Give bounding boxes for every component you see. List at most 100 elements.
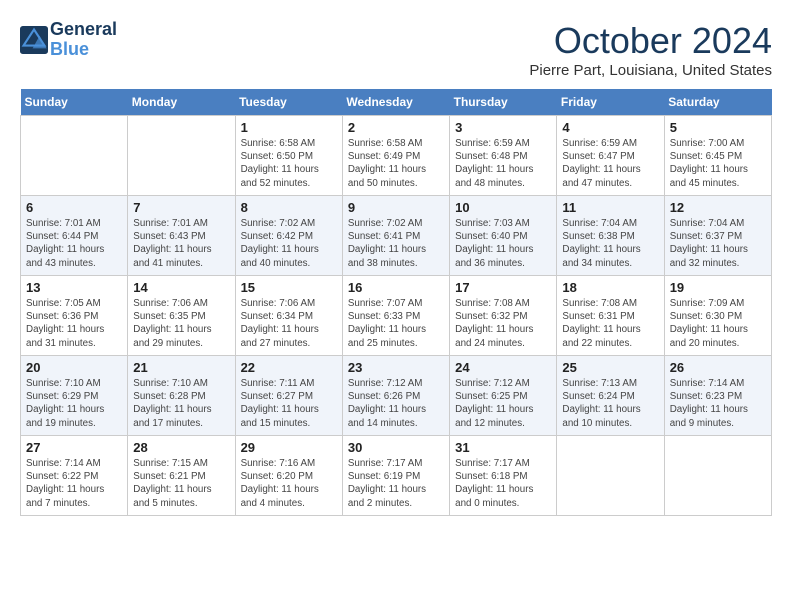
day-info: Sunrise: 7:05 AM Sunset: 6:36 PM Dayligh…	[26, 297, 122, 350]
day-number: 28	[133, 440, 229, 455]
calendar-cell: 1 Sunrise: 6:58 AM Sunset: 6:50 PM Daylig…	[235, 116, 342, 196]
calendar-cell: 16 Sunrise: 7:07 AM Sunset: 6:33 PM Dayli…	[342, 276, 449, 356]
calendar-cell: 8 Sunrise: 7:02 AM Sunset: 6:42 PM Daylig…	[235, 196, 342, 276]
day-number: 23	[348, 360, 444, 375]
day-number: 16	[348, 280, 444, 295]
day-number: 27	[26, 440, 122, 455]
calendar-cell: 9 Sunrise: 7:02 AM Sunset: 6:41 PM Daylig…	[342, 196, 449, 276]
day-info: Sunrise: 7:04 AM Sunset: 6:38 PM Dayligh…	[562, 217, 658, 270]
day-info: Sunrise: 7:02 AM Sunset: 6:41 PM Dayligh…	[348, 217, 444, 270]
day-info: Sunrise: 7:14 AM Sunset: 6:22 PM Dayligh…	[26, 457, 122, 510]
week-row-3: 13Sunrise: 7:05 AM Sunset: 6:36 PM Dayli…	[21, 276, 772, 356]
day-number: 31	[455, 440, 551, 455]
calendar-cell: 4Sunrise: 6:59 AM Sunset: 6:47 PM Daylig…	[557, 116, 664, 196]
day-number: 6	[26, 200, 122, 215]
day-number: 21	[133, 360, 229, 375]
calendar-cell: 31 Sunrise: 7:17 AM Sunset: 6:18 PM Dayli…	[450, 436, 557, 516]
calendar-cell	[557, 436, 664, 516]
day-number: 12	[670, 200, 766, 215]
day-info: Sunrise: 7:10 AM Sunset: 6:28 PM Dayligh…	[133, 377, 229, 430]
day-number: 24	[455, 360, 551, 375]
weekday-header-row: SundayMondayTuesdayWednesdayThursdayFrid…	[21, 89, 772, 116]
week-row-5: 27 Sunrise: 7:14 AM Sunset: 6:22 PM Dayli…	[21, 436, 772, 516]
day-number: 3	[455, 120, 551, 135]
calendar-cell: 20 Sunrise: 7:10 AM Sunset: 6:29 PM Dayli…	[21, 356, 128, 436]
calendar-cell: 14Sunrise: 7:06 AM Sunset: 6:35 PM Dayli…	[128, 276, 235, 356]
calendar-cell: 28 Sunrise: 7:15 AM Sunset: 6:21 PM Dayli…	[128, 436, 235, 516]
calendar-cell: 30 Sunrise: 7:17 AM Sunset: 6:19 PM Dayli…	[342, 436, 449, 516]
day-info: Sunrise: 7:15 AM Sunset: 6:21 PM Dayligh…	[133, 457, 229, 510]
week-row-2: 6 Sunrise: 7:01 AM Sunset: 6:44 PM Daylig…	[21, 196, 772, 276]
day-info: Sunrise: 7:06 AM Sunset: 6:34 PM Dayligh…	[241, 297, 337, 350]
calendar-cell: 25 Sunrise: 7:13 AM Sunset: 6:24 PM Dayli…	[557, 356, 664, 436]
page-header: General Blue October 2024 Pierre Part, L…	[20, 20, 772, 79]
day-number: 5	[670, 120, 766, 135]
week-row-4: 20 Sunrise: 7:10 AM Sunset: 6:29 PM Dayli…	[21, 356, 772, 436]
calendar-cell: 15 Sunrise: 7:06 AM Sunset: 6:34 PM Dayli…	[235, 276, 342, 356]
logo-icon	[20, 26, 48, 54]
day-info: Sunrise: 7:17 AM Sunset: 6:18 PM Dayligh…	[455, 457, 551, 510]
location: Pierre Part, Louisiana, United States	[529, 62, 772, 79]
day-number: 10	[455, 200, 551, 215]
day-number: 11	[562, 200, 658, 215]
day-info: Sunrise: 7:07 AM Sunset: 6:33 PM Dayligh…	[348, 297, 444, 350]
day-info: Sunrise: 7:00 AM Sunset: 6:45 PM Dayligh…	[670, 137, 766, 190]
day-number: 1	[241, 120, 337, 135]
weekday-header-saturday: Saturday	[664, 89, 771, 116]
day-info: Sunrise: 7:01 AM Sunset: 6:43 PM Dayligh…	[133, 217, 229, 270]
day-info: Sunrise: 7:09 AM Sunset: 6:30 PM Dayligh…	[670, 297, 766, 350]
day-number: 20	[26, 360, 122, 375]
weekday-header-thursday: Thursday	[450, 89, 557, 116]
day-info: Sunrise: 7:04 AM Sunset: 6:37 PM Dayligh…	[670, 217, 766, 270]
day-info: Sunrise: 7:01 AM Sunset: 6:44 PM Dayligh…	[26, 217, 122, 270]
day-info: Sunrise: 7:02 AM Sunset: 6:42 PM Dayligh…	[241, 217, 337, 270]
day-number: 7	[133, 200, 229, 215]
day-info: Sunrise: 7:08 AM Sunset: 6:31 PM Dayligh…	[562, 297, 658, 350]
calendar-cell: 11 Sunrise: 7:04 AM Sunset: 6:38 PM Dayli…	[557, 196, 664, 276]
day-info: Sunrise: 7:03 AM Sunset: 6:40 PM Dayligh…	[455, 217, 551, 270]
day-info: Sunrise: 7:10 AM Sunset: 6:29 PM Dayligh…	[26, 377, 122, 430]
day-info: Sunrise: 7:13 AM Sunset: 6:24 PM Dayligh…	[562, 377, 658, 430]
logo-text-line1: General	[50, 20, 117, 40]
day-info: Sunrise: 7:16 AM Sunset: 6:20 PM Dayligh…	[241, 457, 337, 510]
calendar-cell	[664, 436, 771, 516]
calendar-cell: 21 Sunrise: 7:10 AM Sunset: 6:28 PM Dayli…	[128, 356, 235, 436]
day-number: 17	[455, 280, 551, 295]
day-info: Sunrise: 7:06 AM Sunset: 6:35 PM Dayligh…	[133, 297, 229, 350]
calendar-cell: 10 Sunrise: 7:03 AM Sunset: 6:40 PM Dayli…	[450, 196, 557, 276]
day-number: 8	[241, 200, 337, 215]
calendar-cell: 26Sunrise: 7:14 AM Sunset: 6:23 PM Dayli…	[664, 356, 771, 436]
weekday-header-wednesday: Wednesday	[342, 89, 449, 116]
calendar-cell: 24Sunrise: 7:12 AM Sunset: 6:25 PM Dayli…	[450, 356, 557, 436]
day-number: 4	[562, 120, 658, 135]
calendar-cell: 22Sunrise: 7:11 AM Sunset: 6:27 PM Dayli…	[235, 356, 342, 436]
weekday-header-friday: Friday	[557, 89, 664, 116]
calendar-cell: 13Sunrise: 7:05 AM Sunset: 6:36 PM Dayli…	[21, 276, 128, 356]
day-info: Sunrise: 6:59 AM Sunset: 6:48 PM Dayligh…	[455, 137, 551, 190]
calendar-cell: 27 Sunrise: 7:14 AM Sunset: 6:22 PM Dayli…	[21, 436, 128, 516]
week-row-1: 1 Sunrise: 6:58 AM Sunset: 6:50 PM Daylig…	[21, 116, 772, 196]
calendar-cell	[128, 116, 235, 196]
calendar-cell: 18 Sunrise: 7:08 AM Sunset: 6:31 PM Dayli…	[557, 276, 664, 356]
day-info: Sunrise: 6:58 AM Sunset: 6:49 PM Dayligh…	[348, 137, 444, 190]
day-number: 26	[670, 360, 766, 375]
day-number: 29	[241, 440, 337, 455]
day-number: 19	[670, 280, 766, 295]
day-number: 22	[241, 360, 337, 375]
title-block: October 2024 Pierre Part, Louisiana, Uni…	[529, 20, 772, 79]
day-info: Sunrise: 7:17 AM Sunset: 6:19 PM Dayligh…	[348, 457, 444, 510]
calendar-cell: 12 Sunrise: 7:04 AM Sunset: 6:37 PM Dayli…	[664, 196, 771, 276]
calendar-cell: 3 Sunrise: 6:59 AM Sunset: 6:48 PM Daylig…	[450, 116, 557, 196]
day-number: 18	[562, 280, 658, 295]
day-number: 15	[241, 280, 337, 295]
calendar-cell: 6 Sunrise: 7:01 AM Sunset: 6:44 PM Daylig…	[21, 196, 128, 276]
day-number: 30	[348, 440, 444, 455]
day-info: Sunrise: 6:58 AM Sunset: 6:50 PM Dayligh…	[241, 137, 337, 190]
day-number: 9	[348, 200, 444, 215]
month-title: October 2024	[529, 20, 772, 62]
weekday-header-monday: Monday	[128, 89, 235, 116]
calendar-cell	[21, 116, 128, 196]
day-info: Sunrise: 7:08 AM Sunset: 6:32 PM Dayligh…	[455, 297, 551, 350]
calendar-cell: 23Sunrise: 7:12 AM Sunset: 6:26 PM Dayli…	[342, 356, 449, 436]
day-number: 25	[562, 360, 658, 375]
